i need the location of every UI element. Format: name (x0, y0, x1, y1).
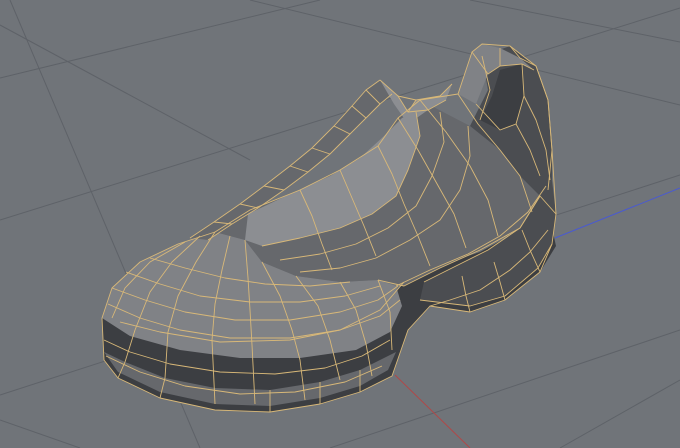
3d-viewport[interactable] (0, 0, 680, 448)
x-axis (394, 374, 471, 448)
viewport-canvas[interactable] (0, 0, 680, 448)
shoe-mesh[interactable] (101, 43, 557, 413)
